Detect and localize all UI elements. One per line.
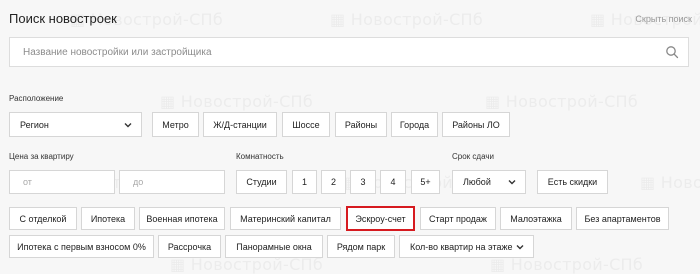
floor-apartments-select[interactable]: Кол-во квартир на этаже — [399, 235, 534, 258]
filter-low-rise-button[interactable]: Малоэтажка — [500, 207, 572, 230]
filter-sales-start-button[interactable]: Старт продаж — [420, 207, 496, 230]
chevron-down-icon — [508, 180, 516, 185]
location-cities-button[interactable]: Города — [391, 112, 438, 137]
deadline-select-value: Любой — [463, 177, 491, 187]
rooms-label: Комнатность — [236, 152, 284, 161]
filter-near-park-button[interactable]: Рядом парк — [327, 235, 395, 258]
filter-maternity-capital-button[interactable]: Материнский капитал — [230, 207, 341, 230]
price-from-input[interactable] — [21, 176, 114, 188]
search-box — [9, 37, 689, 67]
watermark: ▦ Новострой-СПб — [160, 92, 314, 111]
location-rail-stations-button[interactable]: Ж/Д-станции — [203, 112, 277, 137]
price-to-field — [119, 170, 225, 194]
filter-panoramic-windows-button[interactable]: Панорамные окна — [225, 235, 323, 258]
filter-no-apartments-button[interactable]: Без апартаментов — [576, 207, 669, 230]
rooms-3-button[interactable]: 3 — [350, 170, 376, 194]
hide-search-link[interactable]: Скрыть поиск — [635, 14, 692, 24]
rooms-1-button[interactable]: 1 — [292, 170, 317, 194]
chevron-down-icon — [124, 122, 132, 127]
watermark: ▦ Новострой-СПб — [485, 92, 639, 111]
location-lo-districts-button[interactable]: Районы ЛО — [442, 112, 510, 137]
filter-military-mortgage-button[interactable]: Военная ипотека — [139, 207, 225, 230]
location-metro-button[interactable]: Метро — [152, 112, 199, 137]
location-label: Расположение — [9, 94, 64, 103]
search-icon[interactable] — [665, 45, 679, 59]
filter-zero-down-mortgage-button[interactable]: Ипотека с первым взносом 0% — [9, 235, 154, 258]
search-input[interactable] — [21, 45, 665, 59]
filter-finishing-button[interactable]: С отделкой — [9, 207, 77, 230]
has-discounts-button[interactable]: Есть скидки — [537, 170, 608, 194]
filter-escrow-button[interactable]: Эскроу-счет — [346, 206, 415, 231]
rooms-4-button[interactable]: 4 — [380, 170, 406, 194]
watermark: ▦ Новострой-СПб — [330, 10, 484, 29]
price-to-input[interactable] — [131, 176, 224, 188]
region-select[interactable]: Регион — [9, 112, 142, 137]
rooms-studio-button[interactable]: Студии — [236, 170, 287, 194]
chevron-down-icon — [516, 244, 524, 249]
filter-installment-button[interactable]: Рассрочка — [158, 235, 221, 258]
watermark: ▦ Новострой-СПб — [640, 173, 700, 192]
deadline-select[interactable]: Любой — [452, 170, 526, 194]
page-title: Поиск новостроек — [9, 11, 117, 26]
region-select-value: Регион — [20, 119, 49, 130]
floor-apartments-select-value: Кол-во квартир на этаже — [410, 241, 513, 252]
location-highways-button[interactable]: Шоссе — [282, 112, 330, 137]
deadline-label: Срок сдачи — [452, 152, 494, 161]
rooms-2-button[interactable]: 2 — [321, 170, 346, 194]
price-from-field — [9, 170, 115, 194]
filter-mortgage-button[interactable]: Ипотека — [81, 207, 135, 230]
rooms-5plus-button[interactable]: 5+ — [411, 170, 440, 194]
location-districts-button[interactable]: Районы — [335, 112, 387, 137]
price-label: Цена за квартиру — [9, 152, 74, 161]
